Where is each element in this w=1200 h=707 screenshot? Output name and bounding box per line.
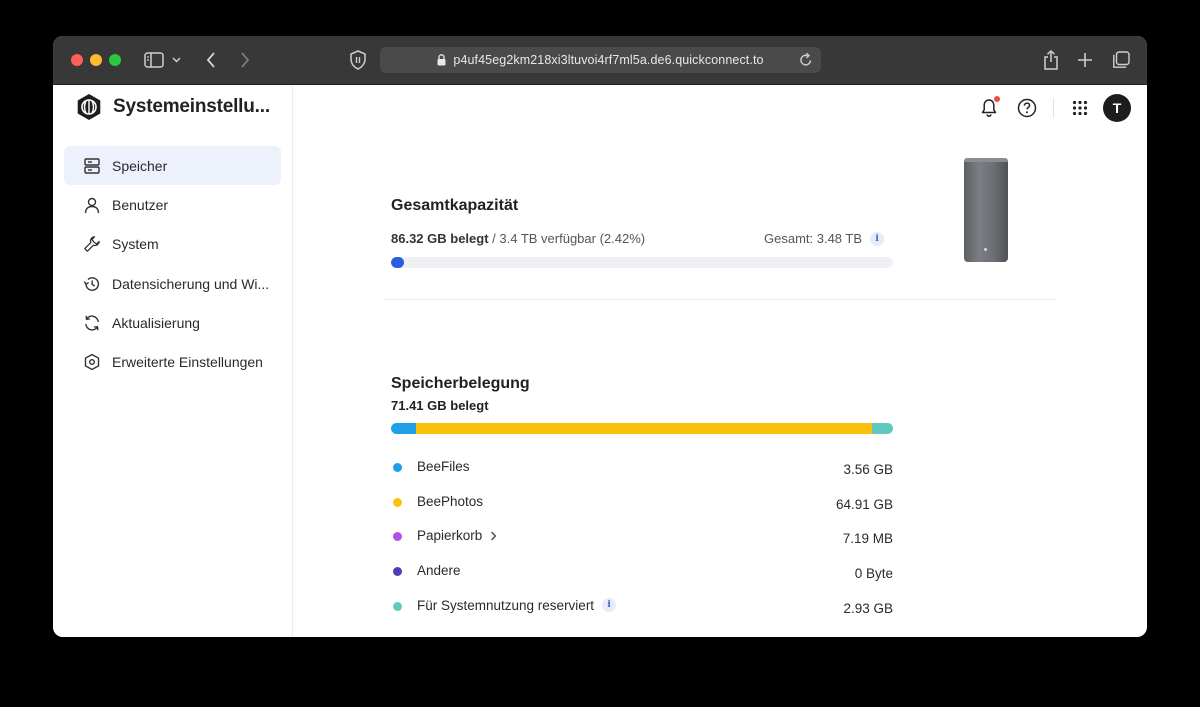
address-bar[interactable]: p4uf45eg2km218xi3ltuvoi4rf7ml5a.de6.quic…: [380, 47, 821, 73]
app-title: Systemeinstellu...: [113, 96, 270, 117]
lock-icon: [437, 54, 446, 66]
sidebar-item-benutzer[interactable]: Benutzer: [64, 185, 281, 224]
sidebar-item-label: Speicher: [112, 157, 168, 174]
legend-size: 7.19 MB: [842, 531, 893, 547]
legend-name-text: Papierkorb: [417, 528, 483, 544]
legend-color-dot: [393, 601, 402, 611]
capacity-progress-fill: [391, 257, 404, 268]
close-window-button[interactable]: [71, 54, 83, 66]
legend-item-beephotos: BeePhotos 64.91 GB: [393, 487, 893, 522]
legend-size: 3.56 GB: [843, 462, 893, 477]
sidebar-item-speicher[interactable]: Speicher: [64, 146, 281, 185]
legend-name-link[interactable]: Papierkorb: [417, 528, 497, 543]
capacity-title: Gesamtkapazität: [391, 197, 519, 214]
legend-name: BeeFiles: [417, 459, 470, 474]
sidebar: Systemeinstellu... Speicher Benutzer Sys…: [53, 85, 293, 637]
share-button[interactable]: [1041, 48, 1061, 72]
reload-icon[interactable]: [799, 52, 813, 72]
device-led: [984, 248, 987, 251]
sidebar-item-label: Datensicherung und Wi...: [112, 275, 270, 292]
legend-name: Für Systemnutzung reserviert i: [417, 597, 617, 613]
share-icon: [1044, 50, 1058, 70]
capacity-progress-bar: [391, 257, 893, 268]
legend-item-systemnutzung: Für Systemnutzung reserviert i 2.93 GB: [393, 591, 893, 626]
usage-stacked-bar: [391, 423, 893, 434]
legend-color-dot: [393, 497, 402, 507]
update-icon: [82, 313, 102, 333]
usage-segment: [391, 423, 417, 434]
chevron-down-icon: [171, 57, 181, 63]
usage-segment: [416, 423, 873, 434]
legend-size: 0 Byte: [854, 566, 893, 582]
usage-segment: [872, 423, 893, 434]
legend-color-dot: [393, 567, 402, 577]
sidebar-item-label: Aktualisierung: [112, 315, 200, 332]
browser-window: p4uf45eg2km218xi3ltuvoi4rf7ml5a.de6.quic…: [53, 36, 1147, 637]
sidebar-item-datensicherung[interactable]: Datensicherung und Wi...: [64, 264, 281, 303]
fullscreen-window-button[interactable]: [109, 54, 121, 66]
nas-device-image: [964, 158, 1008, 262]
chevron-left-icon: [206, 52, 215, 68]
main-content: Gesamtkapazität 86.32 GB belegt / 3.4 TB…: [293, 85, 1147, 637]
capacity-available: / 3.4 TB verfügbar (2.42%): [488, 231, 646, 246]
usage-legend: BeeFiles 3.56 GB BeePhotos 64.91 GB Papi…: [393, 452, 893, 625]
chevron-right-icon: [241, 52, 250, 68]
app-brand: Systemeinstellu...: [75, 93, 270, 121]
sidebar-item-erweiterte-einstellungen[interactable]: Erweiterte Einstellungen: [64, 343, 281, 382]
back-button[interactable]: [203, 48, 219, 72]
chevron-right-icon: [490, 531, 497, 541]
legend-color-dot: [393, 532, 402, 542]
capacity-used: 86.32 GB belegt: [391, 231, 489, 246]
capacity-total: Gesamt: 3.48 TB i: [764, 231, 885, 246]
sidebar-item-system[interactable]: System: [64, 225, 281, 264]
legend-name: BeePhotos: [417, 493, 484, 509]
legend-size: 2.93 GB: [843, 600, 893, 616]
legend-name: Andere: [417, 563, 461, 579]
info-icon[interactable]: i: [602, 598, 617, 613]
usage-used: 71.41 GB belegt: [391, 398, 489, 413]
sidebar-item-label: System: [112, 236, 159, 253]
capacity-summary: 86.32 GB belegt / 3.4 TB verfügbar (2.42…: [391, 231, 645, 246]
wrench-icon: [82, 234, 102, 254]
backup-restore-icon: [82, 274, 102, 294]
legend-item-beefiles: BeeFiles 3.56 GB: [393, 452, 893, 487]
minimize-window-button[interactable]: [90, 54, 102, 66]
legend-item-andere: Andere 0 Byte: [393, 556, 893, 591]
privacy-shield-button[interactable]: [347, 48, 369, 72]
sidebar-item-aktualisierung[interactable]: Aktualisierung: [64, 304, 281, 343]
legend-name-text: Für Systemnutzung reserviert: [417, 597, 595, 613]
url-text: p4uf45eg2km218xi3ltuvoi4rf7ml5a.de6.quic…: [453, 53, 764, 67]
capacity-total-text: Gesamt: 3.48 TB: [764, 231, 863, 246]
tab-overview-button[interactable]: [1111, 48, 1131, 72]
shield-icon: [350, 50, 366, 70]
legend-color-dot: [393, 463, 402, 472]
section-divider: [385, 299, 1057, 300]
advanced-settings-icon: [82, 352, 102, 372]
sidebar-item-label: Erweiterte Einstellungen: [112, 354, 263, 371]
sidebar-icon: [143, 52, 164, 68]
beestation-logo-icon: [77, 94, 101, 120]
browser-toolbar: p4uf45eg2km218xi3ltuvoi4rf7ml5a.de6.quic…: [53, 36, 1147, 85]
sidebar-toggle-button[interactable]: [143, 48, 181, 72]
sidebar-item-label: Benutzer: [112, 196, 169, 213]
info-icon[interactable]: i: [870, 231, 885, 246]
legend-item-papierkorb[interactable]: Papierkorb 7.19 MB: [393, 521, 893, 556]
user-icon: [82, 195, 102, 215]
sidebar-nav: Speicher Benutzer System Datensicherung …: [64, 146, 281, 382]
legend-size: 64.91 GB: [835, 496, 893, 512]
new-tab-button[interactable]: [1076, 48, 1094, 72]
plus-icon: [1078, 53, 1092, 67]
forward-button[interactable]: [237, 48, 253, 72]
usage-title: Speicherbelegung: [391, 375, 530, 392]
storage-icon: [82, 156, 102, 176]
tab-overview-icon: [1113, 51, 1130, 68]
